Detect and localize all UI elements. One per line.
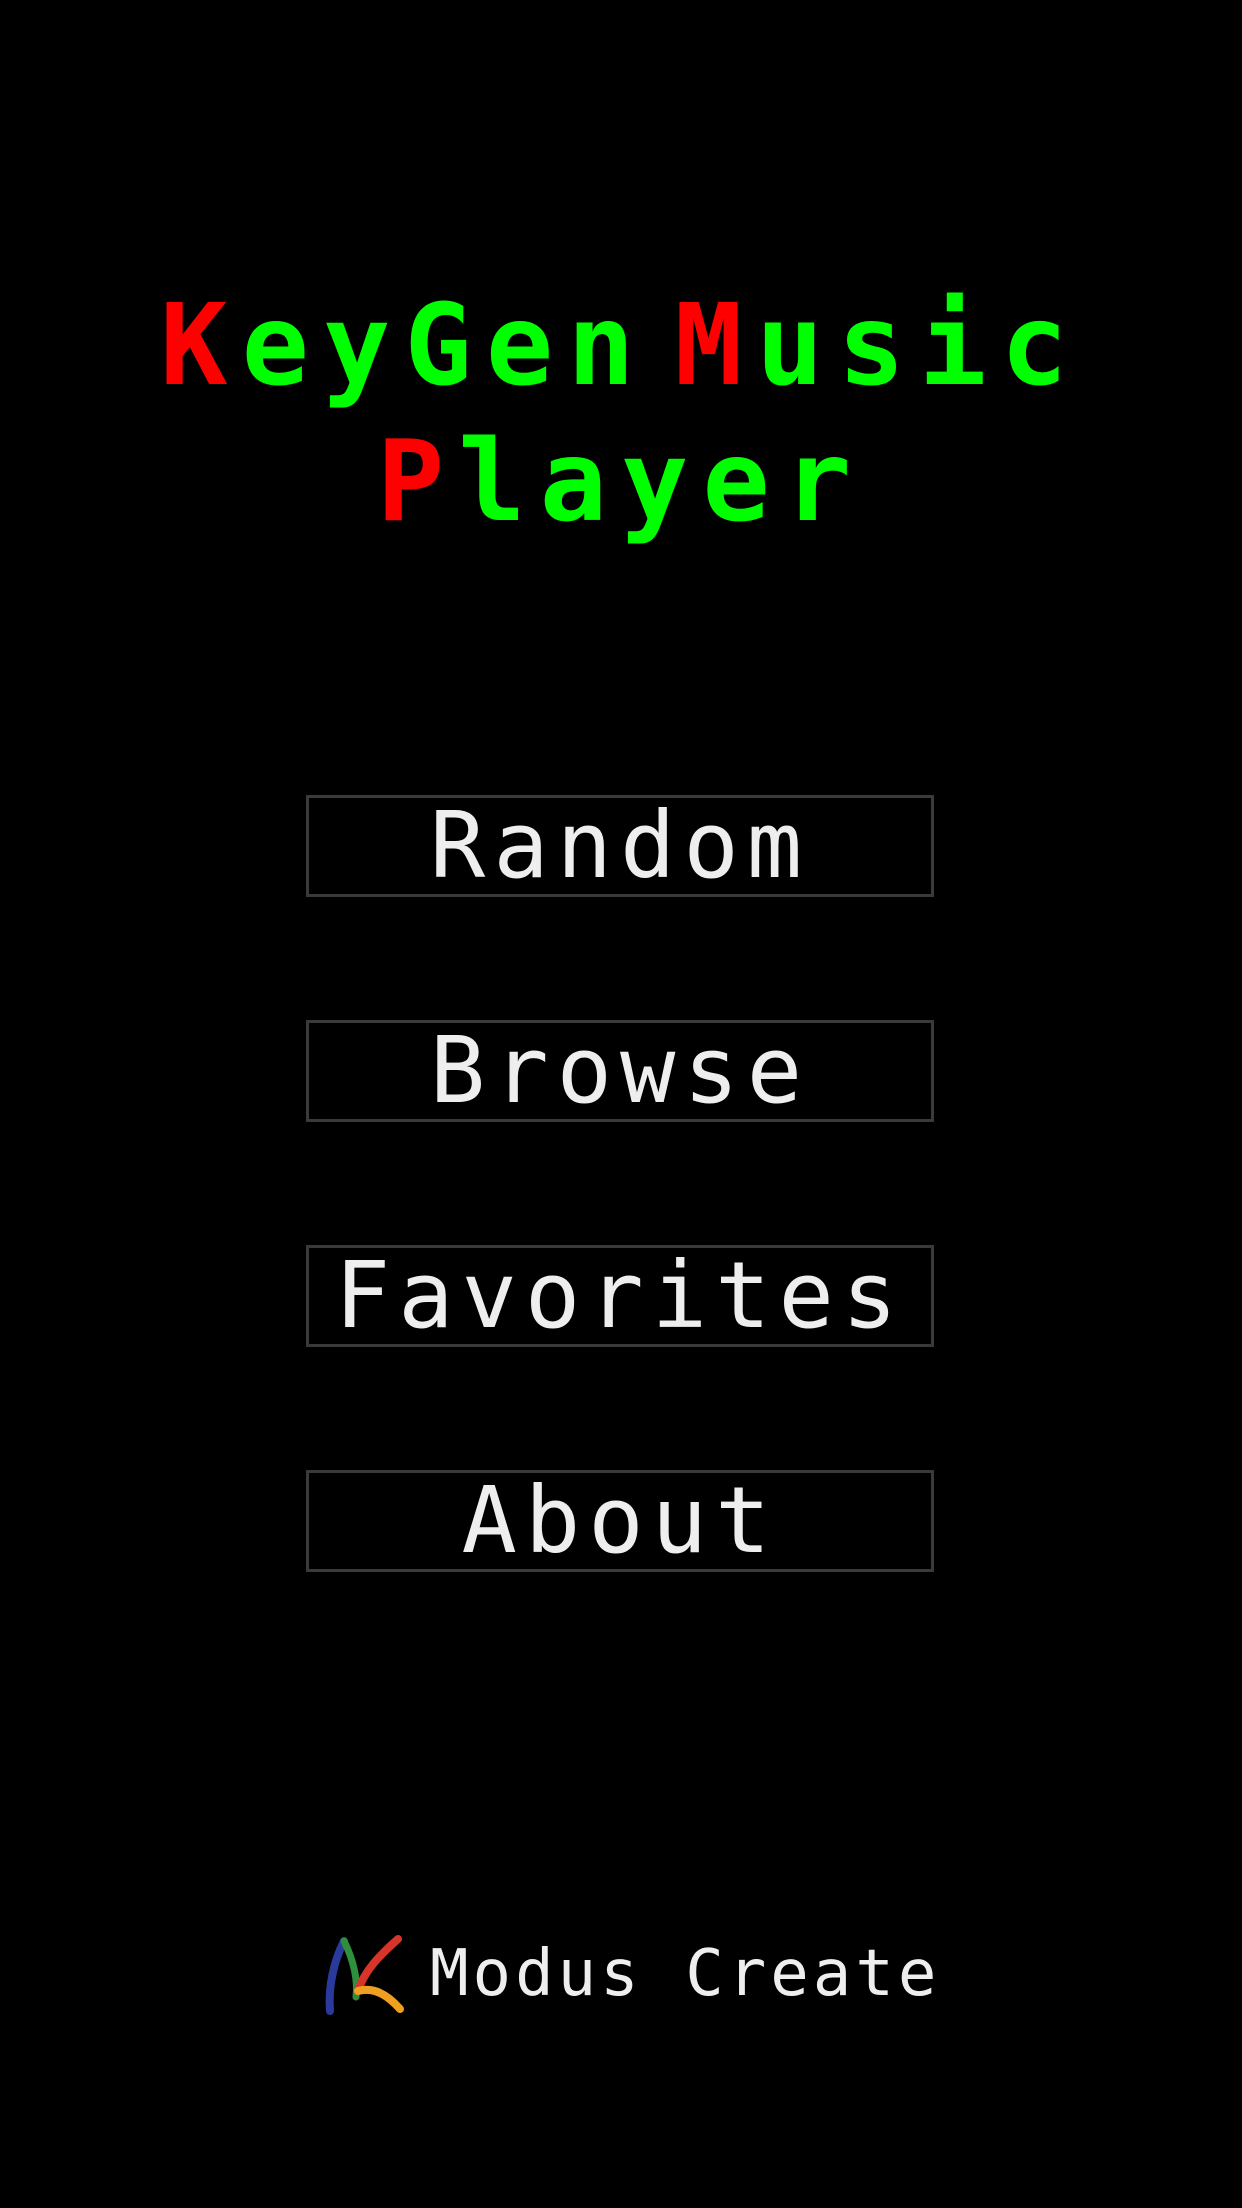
favorites-button[interactable]: Favorites [306,1245,934,1347]
title-word-music: Music [675,278,1082,414]
title-initial-p: P [376,417,459,547]
random-button[interactable]: Random [306,795,934,897]
app-title-line-2: Player [0,414,1242,550]
title-word-rest: eyGen [241,281,649,411]
title-initial-k: K [160,281,242,411]
title-word-keygen: KeyGen [160,278,649,414]
title-word-player: Player [377,414,866,550]
brand-name: Modus Create [430,1937,941,2011]
title-initial-m: M [674,281,757,411]
footer-branding: Modus Create [320,1930,940,2018]
title-word-rest: layer [458,417,866,547]
title-word-rest: usic [756,281,1082,411]
modus-create-logo-icon [325,1935,404,2015]
browse-button[interactable]: Browse [306,1020,934,1122]
about-button[interactable]: About [306,1470,934,1572]
app-title-line-1: KeyGen Music [0,278,1242,414]
